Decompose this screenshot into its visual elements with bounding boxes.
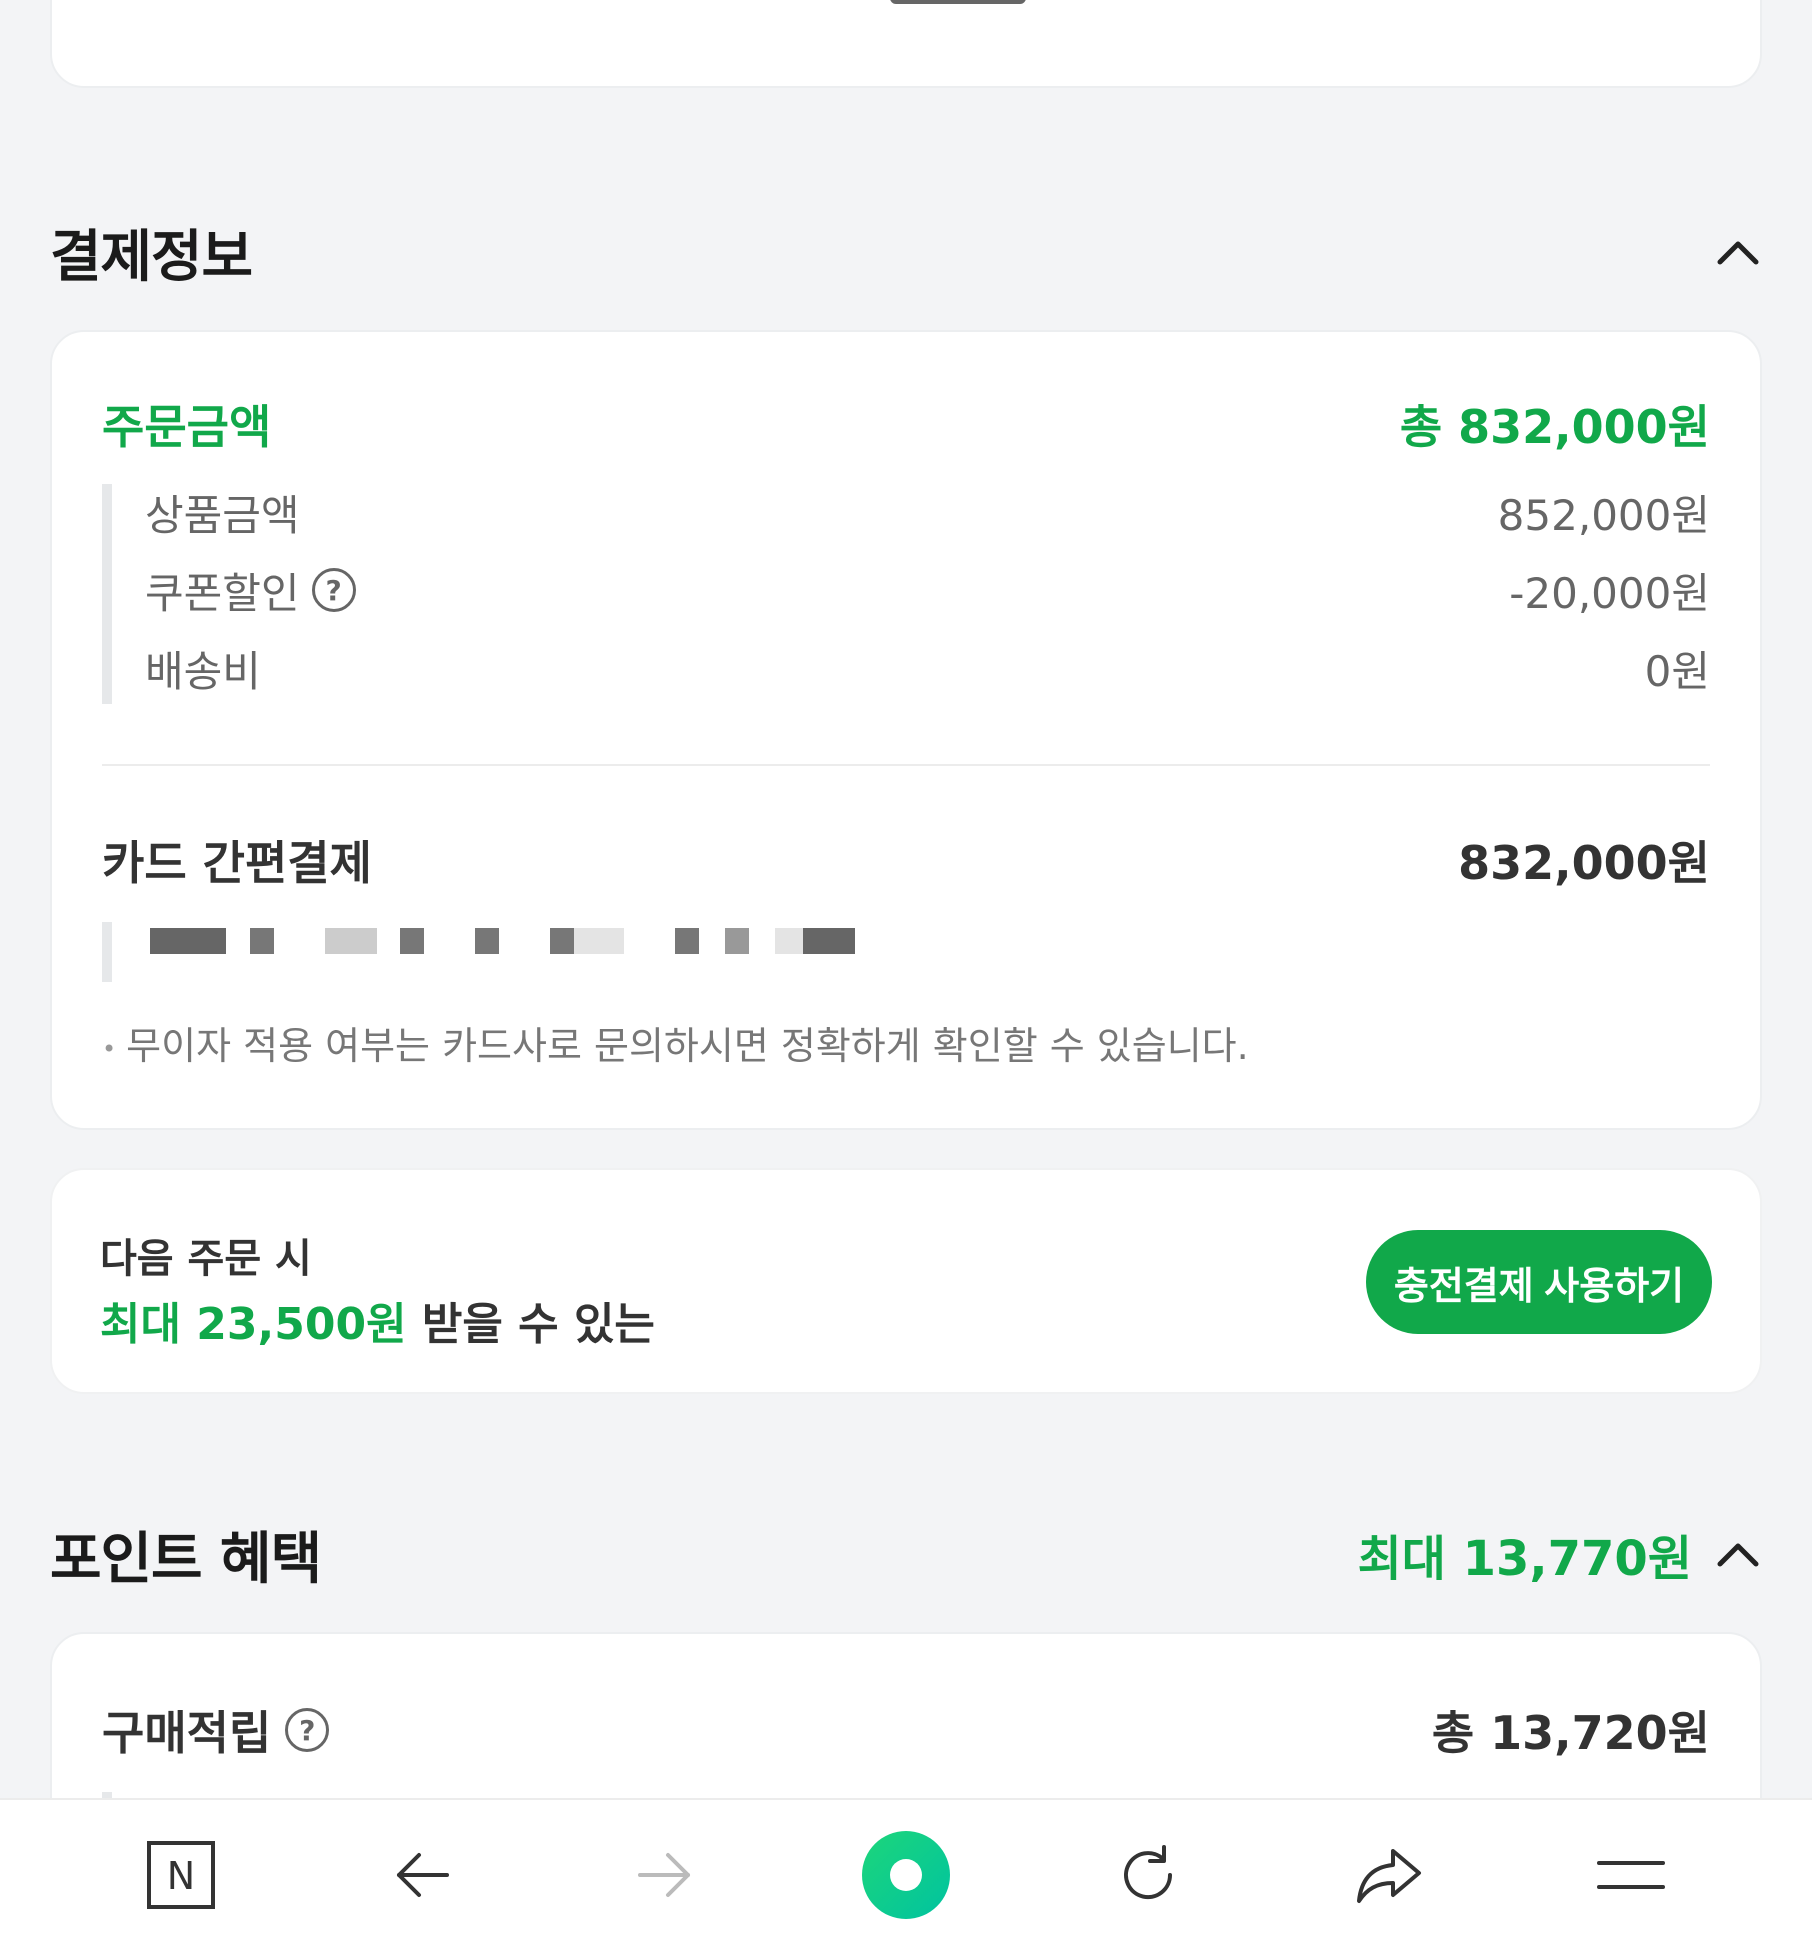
detail-value: 852,000원 — [1497, 490, 1710, 540]
browser-bottom-bar: N — [0, 1798, 1812, 1950]
help-icon[interactable]: ? — [311, 568, 356, 612]
promo-line1: 다음 주문 시 — [100, 1236, 312, 1282]
detail-row: 상품금액 852,000원 — [145, 482, 1710, 542]
page: 010-5293-9713 결제정보 주문금액 총 832,000원 상품금액 … — [0, 0, 1812, 1950]
purchase-label: 구매적립 — [102, 1706, 272, 1760]
payment-method-label: 카드 간편결제 — [102, 836, 372, 890]
help-icon[interactable]: ? — [285, 1708, 330, 1752]
address-card: 010-5293-9713 — [50, 0, 1762, 88]
payment-card: 주문금액 총 832,000원 상품금액 852,000원 쿠폰할인 ? -20… — [50, 330, 1762, 1130]
mask-block — [400, 928, 424, 954]
divider — [102, 764, 1710, 766]
drag-handle[interactable] — [890, 0, 1026, 4]
detail-row: 쿠폰할인 ? -20,000원 — [145, 560, 1710, 620]
section-title: 결제정보 — [50, 224, 253, 290]
payment-method-row: 카드 간편결제 832,000원 — [102, 828, 1710, 892]
purchase-label-group: 구매적립 ? — [102, 1697, 330, 1763]
svg-text:N: N — [167, 1854, 195, 1898]
mask-block — [574, 928, 624, 954]
detail-row: 배송비 0원 — [145, 638, 1710, 698]
share-icon[interactable] — [1339, 1825, 1439, 1925]
detail-label: 배송비 — [145, 646, 261, 696]
refresh-icon[interactable] — [1098, 1825, 1198, 1925]
order-amount-label: 주문금액 — [102, 400, 272, 454]
masked-bar — [102, 922, 112, 982]
mask-block — [675, 928, 699, 954]
mask-block — [325, 928, 377, 954]
detail-label: 상품금액 — [145, 490, 300, 540]
detail-value: -20,000원 — [1509, 568, 1710, 618]
note-text: 무이자 적용 여부는 카드사로 문의하시면 정확하게 확인할 수 있습니다. — [126, 1024, 1249, 1068]
masked-card-info — [150, 928, 860, 954]
order-amount-total: 총 832,000원 — [1399, 400, 1710, 454]
payment-section-header[interactable]: 결제정보 — [50, 212, 1762, 292]
mask-block — [803, 928, 855, 954]
mask-block — [250, 928, 274, 954]
mask-block — [550, 928, 574, 954]
installment-note: • 무이자 적용 여부는 카드사로 문의하시면 정확하게 확인할 수 있습니다. — [102, 1015, 1249, 1070]
green-dot-icon[interactable] — [856, 1825, 956, 1925]
chevron-up-icon[interactable] — [1714, 228, 1762, 276]
promo-highlight: 최대 23,500원 — [100, 1299, 407, 1350]
mask-block — [475, 928, 499, 954]
payment-method-amount: 832,000원 — [1458, 836, 1710, 890]
promo-card: 다음 주문 시 최대 23,500원 받을 수 있는 충전결제 사용하기 — [50, 1168, 1762, 1394]
section-title: 포인트 혜택 — [50, 1526, 322, 1592]
promo-line2: 최대 23,500원 받을 수 있는 — [100, 1288, 655, 1352]
order-amount-row: 주문금액 총 832,000원 — [102, 394, 1710, 454]
mask-block — [150, 928, 226, 954]
purchase-points-row: 구매적립 ? 총 13,720원 — [102, 1698, 1710, 1762]
charge-pay-button[interactable]: 충전결제 사용하기 — [1366, 1230, 1712, 1334]
bullet: • — [102, 1034, 117, 1063]
detail-bar — [102, 484, 112, 704]
purchase-total: 총 13,720원 — [1431, 1706, 1710, 1760]
mask-block — [725, 928, 749, 954]
forward-arrow-icon[interactable] — [614, 1825, 714, 1925]
detail-label-group: 쿠폰할인 ? — [145, 560, 356, 621]
naver-home-icon[interactable]: N — [131, 1825, 231, 1925]
back-arrow-icon[interactable] — [373, 1825, 473, 1925]
mask-block — [775, 928, 803, 954]
detail-value: 0원 — [1644, 646, 1710, 696]
points-max: 최대 13,770원 — [1357, 1531, 1692, 1587]
points-header-right: 최대 13,770원 — [1358, 1519, 1762, 1589]
points-section-header[interactable]: 포인트 혜택 최대 13,770원 — [50, 1514, 1762, 1594]
promo-rest: 받을 수 있는 — [406, 1299, 655, 1350]
chevron-up-icon[interactable] — [1714, 1530, 1762, 1578]
detail-label: 쿠폰할인 — [145, 568, 300, 618]
menu-icon[interactable] — [1581, 1825, 1681, 1925]
